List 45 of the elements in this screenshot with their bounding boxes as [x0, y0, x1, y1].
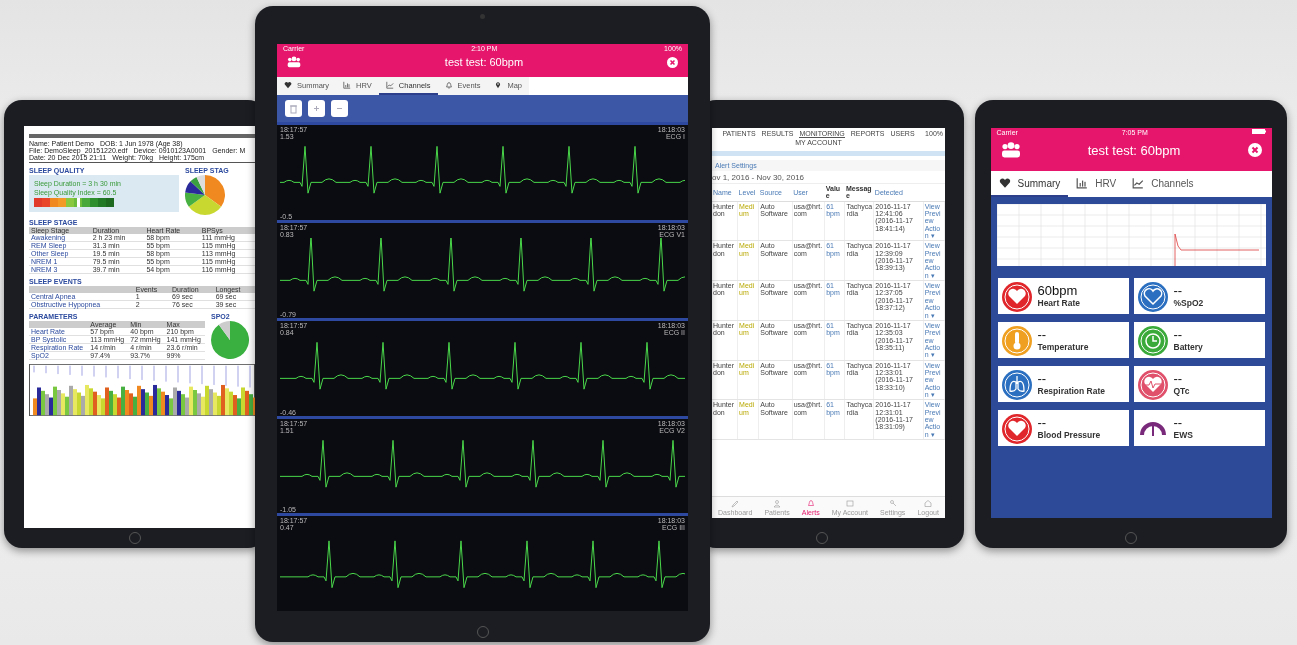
bar-chart-icon: [343, 81, 352, 90]
pencil-icon: [731, 499, 740, 508]
metric-label: Temperature: [1037, 343, 1089, 352]
tool-button[interactable]: [308, 100, 325, 118]
metric-label: Heart Rate: [1037, 299, 1081, 308]
battery-icon: [1251, 129, 1266, 134]
camera: [480, 14, 485, 19]
metric-value: --: [1173, 284, 1184, 298]
close-icon: [1247, 143, 1262, 157]
wrench-icon: [888, 499, 897, 508]
people-icon: [287, 55, 301, 69]
metric-value: --: [1173, 416, 1184, 430]
house-icon: [924, 499, 933, 508]
metric-label: EWS: [1173, 431, 1193, 440]
plus-icon: [312, 103, 321, 114]
heart-icon: [998, 177, 1011, 189]
metric-label: %SpO2: [1173, 299, 1204, 308]
bell-icon: [444, 81, 453, 90]
metric-label: Blood Pressure: [1037, 431, 1101, 440]
trash-icon: [289, 103, 298, 114]
metric-value: --: [1173, 372, 1184, 386]
metric-label: Respiration Rate: [1037, 387, 1106, 396]
metric-value: 60bpm: [1037, 284, 1079, 298]
metric-value: --: [1037, 416, 1048, 430]
close-icon: [667, 56, 678, 68]
id-card-icon: [845, 499, 854, 508]
gauge-icon: [1138, 420, 1167, 436]
metric-label: QTc: [1173, 387, 1190, 396]
metric-value: --: [1037, 372, 1048, 386]
heart-icon: [284, 81, 292, 90]
line-chart-icon: [1132, 177, 1145, 189]
person-icon: [773, 499, 782, 508]
people-icon: [1000, 140, 1021, 160]
screen-title: test test: 60bpm: [443, 56, 525, 68]
tool-button[interactable]: [331, 100, 348, 118]
line-chart-icon: [385, 81, 394, 90]
metric-value: --: [1037, 328, 1048, 342]
metric-label: Battery: [1173, 343, 1203, 352]
tool-button[interactable]: [285, 100, 302, 118]
metric-value: --: [1173, 328, 1184, 342]
bar-chart-icon: [1076, 177, 1089, 189]
screen-title: test test: 60bpm: [1086, 142, 1182, 158]
bell-icon: [806, 499, 815, 508]
map-pin-icon: [494, 81, 503, 90]
date-range: ov 1, 2016 - Nov 30, 2016: [712, 171, 945, 184]
